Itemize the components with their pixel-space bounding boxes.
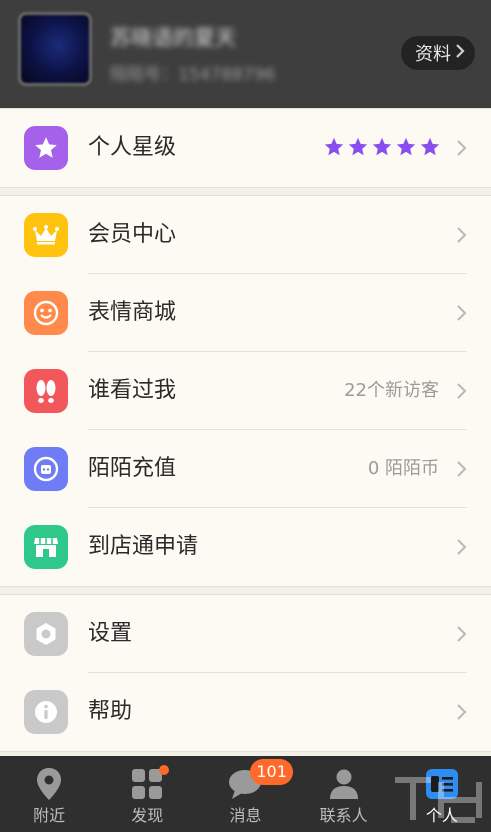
star-level-group: 个人星级 bbox=[0, 108, 491, 188]
star-rating bbox=[323, 136, 441, 158]
tab-label: 联系人 bbox=[319, 806, 368, 825]
tab-label: 发现 bbox=[131, 806, 164, 825]
tab-messages[interactable]: 101 消息 bbox=[196, 756, 294, 832]
row-emoji-store[interactable]: 表情商城 bbox=[0, 274, 491, 352]
member-center-label: 会员中心 bbox=[88, 222, 177, 247]
chevron-right-icon bbox=[457, 140, 467, 156]
crown-icon bbox=[24, 213, 68, 257]
smile-icon bbox=[24, 291, 68, 335]
settings-label: 设置 bbox=[88, 621, 133, 646]
profile-details-button[interactable]: 资料 bbox=[401, 36, 475, 70]
chevron-right-icon bbox=[457, 461, 467, 477]
tab-nearby[interactable]: 附近 bbox=[0, 756, 98, 832]
profile-header[interactable]: 苏晓语的夏天 陌陌号：154788796 资料 bbox=[0, 0, 491, 108]
chevron-right-icon bbox=[457, 383, 467, 399]
star-icon bbox=[24, 126, 68, 170]
unread-badge: 101 bbox=[250, 759, 293, 785]
footprints-icon bbox=[24, 369, 68, 413]
tab-contacts[interactable]: 联系人 bbox=[295, 756, 393, 832]
tab-label: 附近 bbox=[33, 806, 66, 825]
info-icon bbox=[24, 690, 68, 734]
visitors-count: 22个新访客 bbox=[344, 380, 439, 401]
storefront-icon bbox=[24, 525, 68, 569]
location-pin-icon bbox=[29, 764, 69, 804]
star-level-label: 个人星级 bbox=[88, 135, 177, 160]
rating-star-icon bbox=[372, 137, 392, 156]
row-star-level[interactable]: 个人星级 bbox=[0, 109, 491, 187]
emoji-store-label: 表情商城 bbox=[88, 300, 177, 325]
rating-star-icon bbox=[396, 137, 416, 156]
profile-card-icon bbox=[422, 764, 462, 804]
help-label: 帮助 bbox=[88, 699, 133, 724]
chevron-right-icon bbox=[457, 539, 467, 555]
tab-profile[interactable]: 个人 bbox=[393, 756, 491, 832]
row-help[interactable]: 帮助 bbox=[0, 673, 491, 751]
momo-coin-icon bbox=[24, 447, 68, 491]
tab-discover[interactable]: 发现 bbox=[98, 756, 196, 832]
recharge-label: 陌陌充值 bbox=[88, 456, 177, 481]
chevron-right-icon bbox=[457, 227, 467, 243]
rating-star-icon bbox=[348, 137, 368, 156]
store-apply-label: 到店通申请 bbox=[88, 534, 199, 559]
avatar[interactable] bbox=[18, 12, 92, 86]
coin-balance: 0 陌陌币 bbox=[367, 458, 439, 479]
momo-id: 陌陌号：154788796 bbox=[110, 65, 276, 85]
chevron-right-icon bbox=[457, 626, 467, 642]
row-recharge[interactable]: 陌陌充值 0 陌陌币 bbox=[0, 430, 491, 508]
notification-dot bbox=[159, 765, 170, 775]
row-store-apply[interactable]: 到店通申请 bbox=[0, 508, 491, 586]
tab-label: 个人 bbox=[425, 806, 458, 825]
rating-star-icon bbox=[324, 137, 344, 156]
nickname: 苏晓语的夏天 bbox=[110, 26, 236, 50]
row-settings[interactable]: 设置 bbox=[0, 595, 491, 673]
hexagon-gear-icon bbox=[24, 612, 68, 656]
row-member-center[interactable]: 会员中心 bbox=[0, 196, 491, 274]
services-group: 会员中心 表情商城 谁看过我 22个新访客 陌陌充值 0 陌陌币 到店通申请 bbox=[0, 195, 491, 587]
profile-details-label: 资料 bbox=[415, 44, 451, 65]
rating-star-icon bbox=[420, 137, 440, 156]
settings-group: 设置 帮助 bbox=[0, 594, 491, 752]
chevron-right-icon bbox=[457, 704, 467, 720]
contacts-icon bbox=[324, 764, 364, 804]
visitors-label: 谁看过我 bbox=[88, 378, 177, 403]
chevron-right-icon bbox=[455, 43, 465, 64]
tab-label: 消息 bbox=[229, 806, 262, 825]
row-visitors[interactable]: 谁看过我 22个新访客 bbox=[0, 352, 491, 430]
bottom-tab-bar: 附近 发现 101 消息 联系人 个人 bbox=[0, 756, 491, 832]
chevron-right-icon bbox=[457, 305, 467, 321]
